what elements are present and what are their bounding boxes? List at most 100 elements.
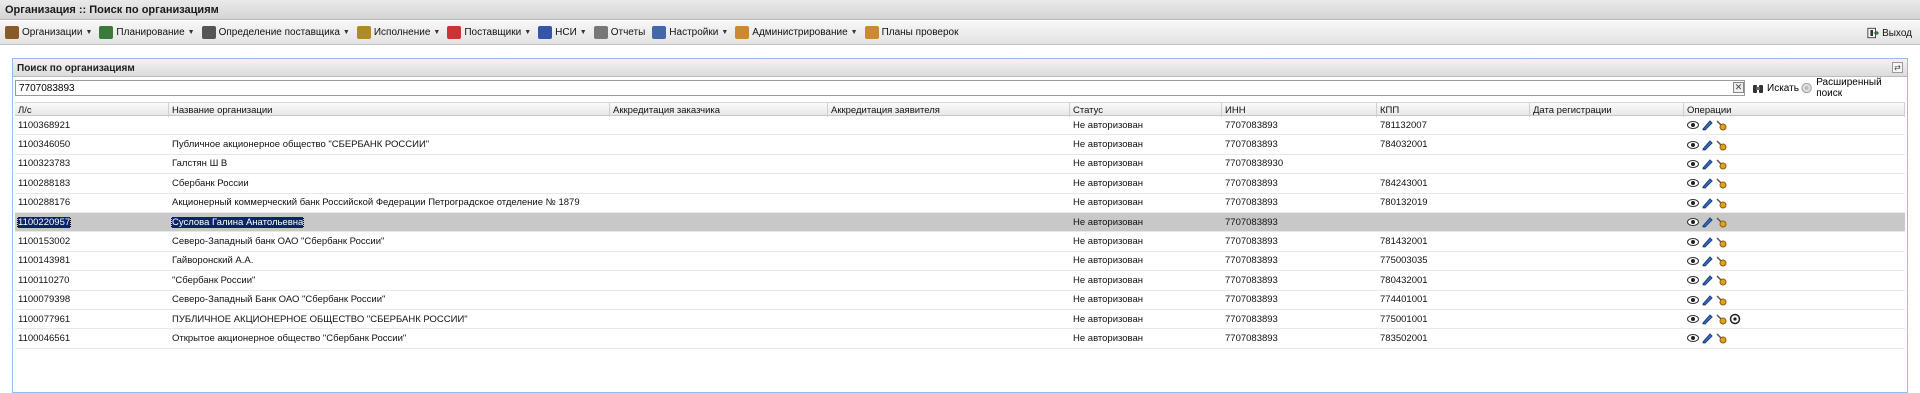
key-icon[interactable]	[1715, 274, 1727, 286]
exit-button[interactable]: Выход	[1864, 23, 1916, 43]
table-row[interactable]: 1100110270 "Сбербанк России" Не авторизова…	[15, 271, 1905, 291]
key-icon[interactable]	[1715, 236, 1727, 248]
table-row[interactable]: 1100368921 Не авторизован 7707083893 781132…	[15, 116, 1905, 136]
view-eye-icon[interactable]	[1687, 294, 1699, 306]
edit-pencil-icon[interactable]	[1701, 197, 1713, 209]
edit-pencil-icon[interactable]	[1701, 158, 1713, 170]
chevron-down-icon: ▼	[85, 29, 93, 36]
cell-ls: 1100323783	[15, 158, 169, 169]
cell-name-text: Суслова Галина Анатольевна	[170, 216, 305, 228]
panel-title: Поиск по организациям	[17, 63, 135, 74]
view-eye-icon[interactable]	[1687, 236, 1699, 248]
edit-pencil-icon[interactable]	[1701, 274, 1713, 286]
view-eye-icon[interactable]	[1687, 313, 1699, 325]
key-icon[interactable]	[1715, 197, 1727, 209]
key-icon[interactable]	[1715, 332, 1727, 344]
panel-collapse-icon[interactable]: ⇄	[1892, 62, 1903, 73]
edit-pencil-icon[interactable]	[1701, 119, 1713, 131]
cell-kpp-text: 775001001	[1380, 313, 1428, 325]
cell-kpp: 775001001	[1377, 314, 1530, 325]
cell-status-text: Не авторизован	[1073, 236, 1144, 248]
edit-pencil-icon[interactable]	[1701, 294, 1713, 306]
advanced-search-button[interactable]: Расширенный поиск	[1800, 77, 1905, 99]
column-header-kpp[interactable]: КПП	[1377, 103, 1530, 117]
key-icon[interactable]	[1715, 216, 1727, 228]
cell-operations	[1684, 197, 1905, 209]
key-icon[interactable]	[1715, 294, 1727, 306]
view-eye-icon[interactable]	[1687, 255, 1699, 267]
cell-name-text: Открытое акционерное общество "Сбербанк …	[172, 332, 407, 344]
search-button[interactable]: Искать	[1752, 80, 1799, 96]
table-row[interactable]: 1100046561 Открытое акционерное общество …	[15, 329, 1905, 349]
column-header-operations[interactable]: Операции	[1684, 103, 1905, 117]
table-row[interactable]: 1100143981 Гайворонский А.А. Не авторизова…	[15, 252, 1905, 272]
column-header-ls[interactable]: Л/с	[15, 103, 169, 117]
table-row[interactable]: 1100288176 Акционерный коммерческий банк …	[15, 194, 1905, 213]
edit-pencil-icon[interactable]	[1701, 139, 1713, 151]
menu-item-2[interactable]: Определение поставщика ▼	[199, 23, 354, 43]
cell-kpp-text: 781132007	[1380, 119, 1427, 131]
edit-pencil-icon[interactable]	[1701, 236, 1713, 248]
cell-kpp-text: 783502001	[1380, 332, 1428, 344]
view-eye-icon[interactable]	[1687, 274, 1699, 286]
menu-item-5[interactable]: НСИ ▼	[535, 23, 591, 43]
cell-operations	[1684, 255, 1905, 267]
clear-icon[interactable]: ✕	[1733, 82, 1744, 93]
edit-pencil-icon[interactable]	[1701, 255, 1713, 267]
view-eye-icon[interactable]	[1687, 332, 1699, 344]
table-row[interactable]: 1100077961 ПУБЛИЧНОЕ АКЦИОНЕРНОЕ ОБЩЕСТВО…	[15, 310, 1905, 330]
view-eye-icon[interactable]	[1687, 197, 1699, 209]
cell-status-text: Не авторизован	[1073, 216, 1144, 228]
key-icon[interactable]	[1715, 119, 1727, 131]
menu-item-8[interactable]: Администрирование ▼	[732, 23, 861, 43]
table-row[interactable]: 1100323783 Галстян Ш В Не авторизован 77070…	[15, 155, 1905, 175]
panel-header: Поиск по организациям ⇄	[13, 59, 1907, 77]
edit-pencil-icon[interactable]	[1701, 177, 1713, 189]
key-icon[interactable]	[1715, 139, 1727, 151]
column-header-acc-applicant[interactable]: Аккредитация заявителя	[828, 103, 1070, 117]
cell-inn-text: 7707083893	[1225, 255, 1278, 267]
table-row[interactable]: 1100153002 Северо-Западный банк ОАО "Сбер…	[15, 232, 1905, 252]
table-row[interactable]: 1100346050 Публичное акционерное общество…	[15, 135, 1905, 155]
view-eye-icon[interactable]	[1687, 158, 1699, 170]
view-eye-icon[interactable]	[1687, 216, 1699, 228]
settings-gear-icon[interactable]	[1729, 313, 1741, 325]
view-eye-icon[interactable]	[1687, 177, 1699, 189]
cell-ls: 1100153002	[15, 236, 169, 247]
cell-operations	[1684, 177, 1905, 189]
column-header-name[interactable]: Название организации	[169, 103, 610, 117]
cell-inn: 7707083893	[1222, 217, 1377, 228]
key-icon[interactable]	[1715, 158, 1727, 170]
menu-item-3[interactable]: Исполнение ▼	[354, 23, 444, 43]
chevron-down-icon: ▼	[342, 29, 350, 36]
menu-item-9[interactable]: Планы проверок	[862, 23, 963, 43]
search-input[interactable]	[15, 80, 1745, 96]
column-header-acc-customer[interactable]: Аккредитация заказчика	[610, 103, 828, 117]
cell-ls: 1100079398	[15, 294, 169, 305]
menu-item-6[interactable]: Отчеты	[591, 23, 650, 43]
menu-item-7[interactable]: Настройки ▼	[649, 23, 732, 43]
key-icon[interactable]	[1715, 177, 1727, 189]
menu-item-label: Планы проверок	[881, 27, 959, 38]
view-eye-icon[interactable]	[1687, 119, 1699, 131]
cell-kpp-text: 774401001	[1380, 294, 1428, 306]
column-header-status[interactable]: Статус	[1070, 103, 1222, 117]
cell-inn-text: 7707083893	[1225, 332, 1278, 344]
key-icon[interactable]	[1715, 255, 1727, 267]
menu-item-1[interactable]: Планирование ▼	[96, 23, 198, 43]
menu-item-0[interactable]: Организации ▼	[2, 23, 96, 43]
exit-icon	[1867, 27, 1880, 39]
cell-ls: 1100077961	[15, 314, 169, 325]
key-icon[interactable]	[1715, 313, 1727, 325]
column-header-inn[interactable]: ИНН	[1222, 103, 1377, 117]
edit-pencil-icon[interactable]	[1701, 216, 1713, 228]
edit-pencil-icon[interactable]	[1701, 313, 1713, 325]
edit-pencil-icon[interactable]	[1701, 332, 1713, 345]
table-row[interactable]: 1100079398 Северо-Западный Банк ОАО "Сбер…	[15, 291, 1905, 310]
table-row[interactable]: 1100288183 Сбербанк России Не авторизован 7…	[15, 174, 1905, 194]
view-eye-icon[interactable]	[1687, 139, 1699, 151]
cell-inn: 7707083893	[1222, 197, 1377, 208]
column-header-reg-date[interactable]: Дата регистрации	[1530, 103, 1684, 117]
menu-item-4[interactable]: Поставщики ▼	[444, 23, 535, 43]
table-row[interactable]: 1100220957 Суслова Галина Анатольевна Не а…	[15, 212, 1905, 233]
